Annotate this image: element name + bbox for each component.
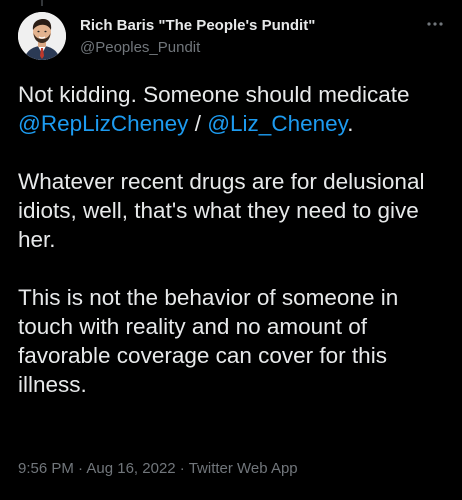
author-handle[interactable]: @Peoples_Pundit xyxy=(80,39,200,56)
tweet-text-segment: . xyxy=(347,111,354,136)
mention-link-repcheney[interactable]: @RepLizCheney xyxy=(18,111,188,136)
tweet-source-link[interactable]: Twitter Web App xyxy=(189,460,298,477)
tweet-paragraph-2: Whatever recent drugs are for delusional… xyxy=(18,169,425,252)
tweet-text-segment: / xyxy=(188,111,208,136)
more-options-button[interactable] xyxy=(422,14,448,34)
thread-connector-line xyxy=(41,0,43,6)
meta-separator: · xyxy=(175,460,189,477)
mention-link-lizcheney[interactable]: @Liz_Cheney xyxy=(207,111,347,136)
tweet-date-link[interactable]: Aug 16, 2022 xyxy=(86,460,175,477)
avatar[interactable] xyxy=(18,12,66,60)
tweet-text: Not kidding. Someone should medicate @Re… xyxy=(18,80,450,399)
more-options-icon xyxy=(427,22,443,26)
tweet-time-link[interactable]: 9:56 PM xyxy=(18,460,74,477)
tweet-paragraph-1: Not kidding. Someone should medicate @Re… xyxy=(18,80,450,138)
tweet-paragraph-3: This is not the behavior of someone in t… xyxy=(18,285,399,397)
avatar-illustration-icon xyxy=(18,12,66,60)
tweet-metadata: 9:56 PM · Aug 16, 2022 · Twitter Web App xyxy=(18,460,298,477)
author-display-name[interactable]: Rich Baris "The People's Pundit" xyxy=(80,17,315,34)
tweet-text-segment: Not kidding. Someone should medicate xyxy=(18,82,410,107)
meta-separator: · xyxy=(73,460,87,477)
